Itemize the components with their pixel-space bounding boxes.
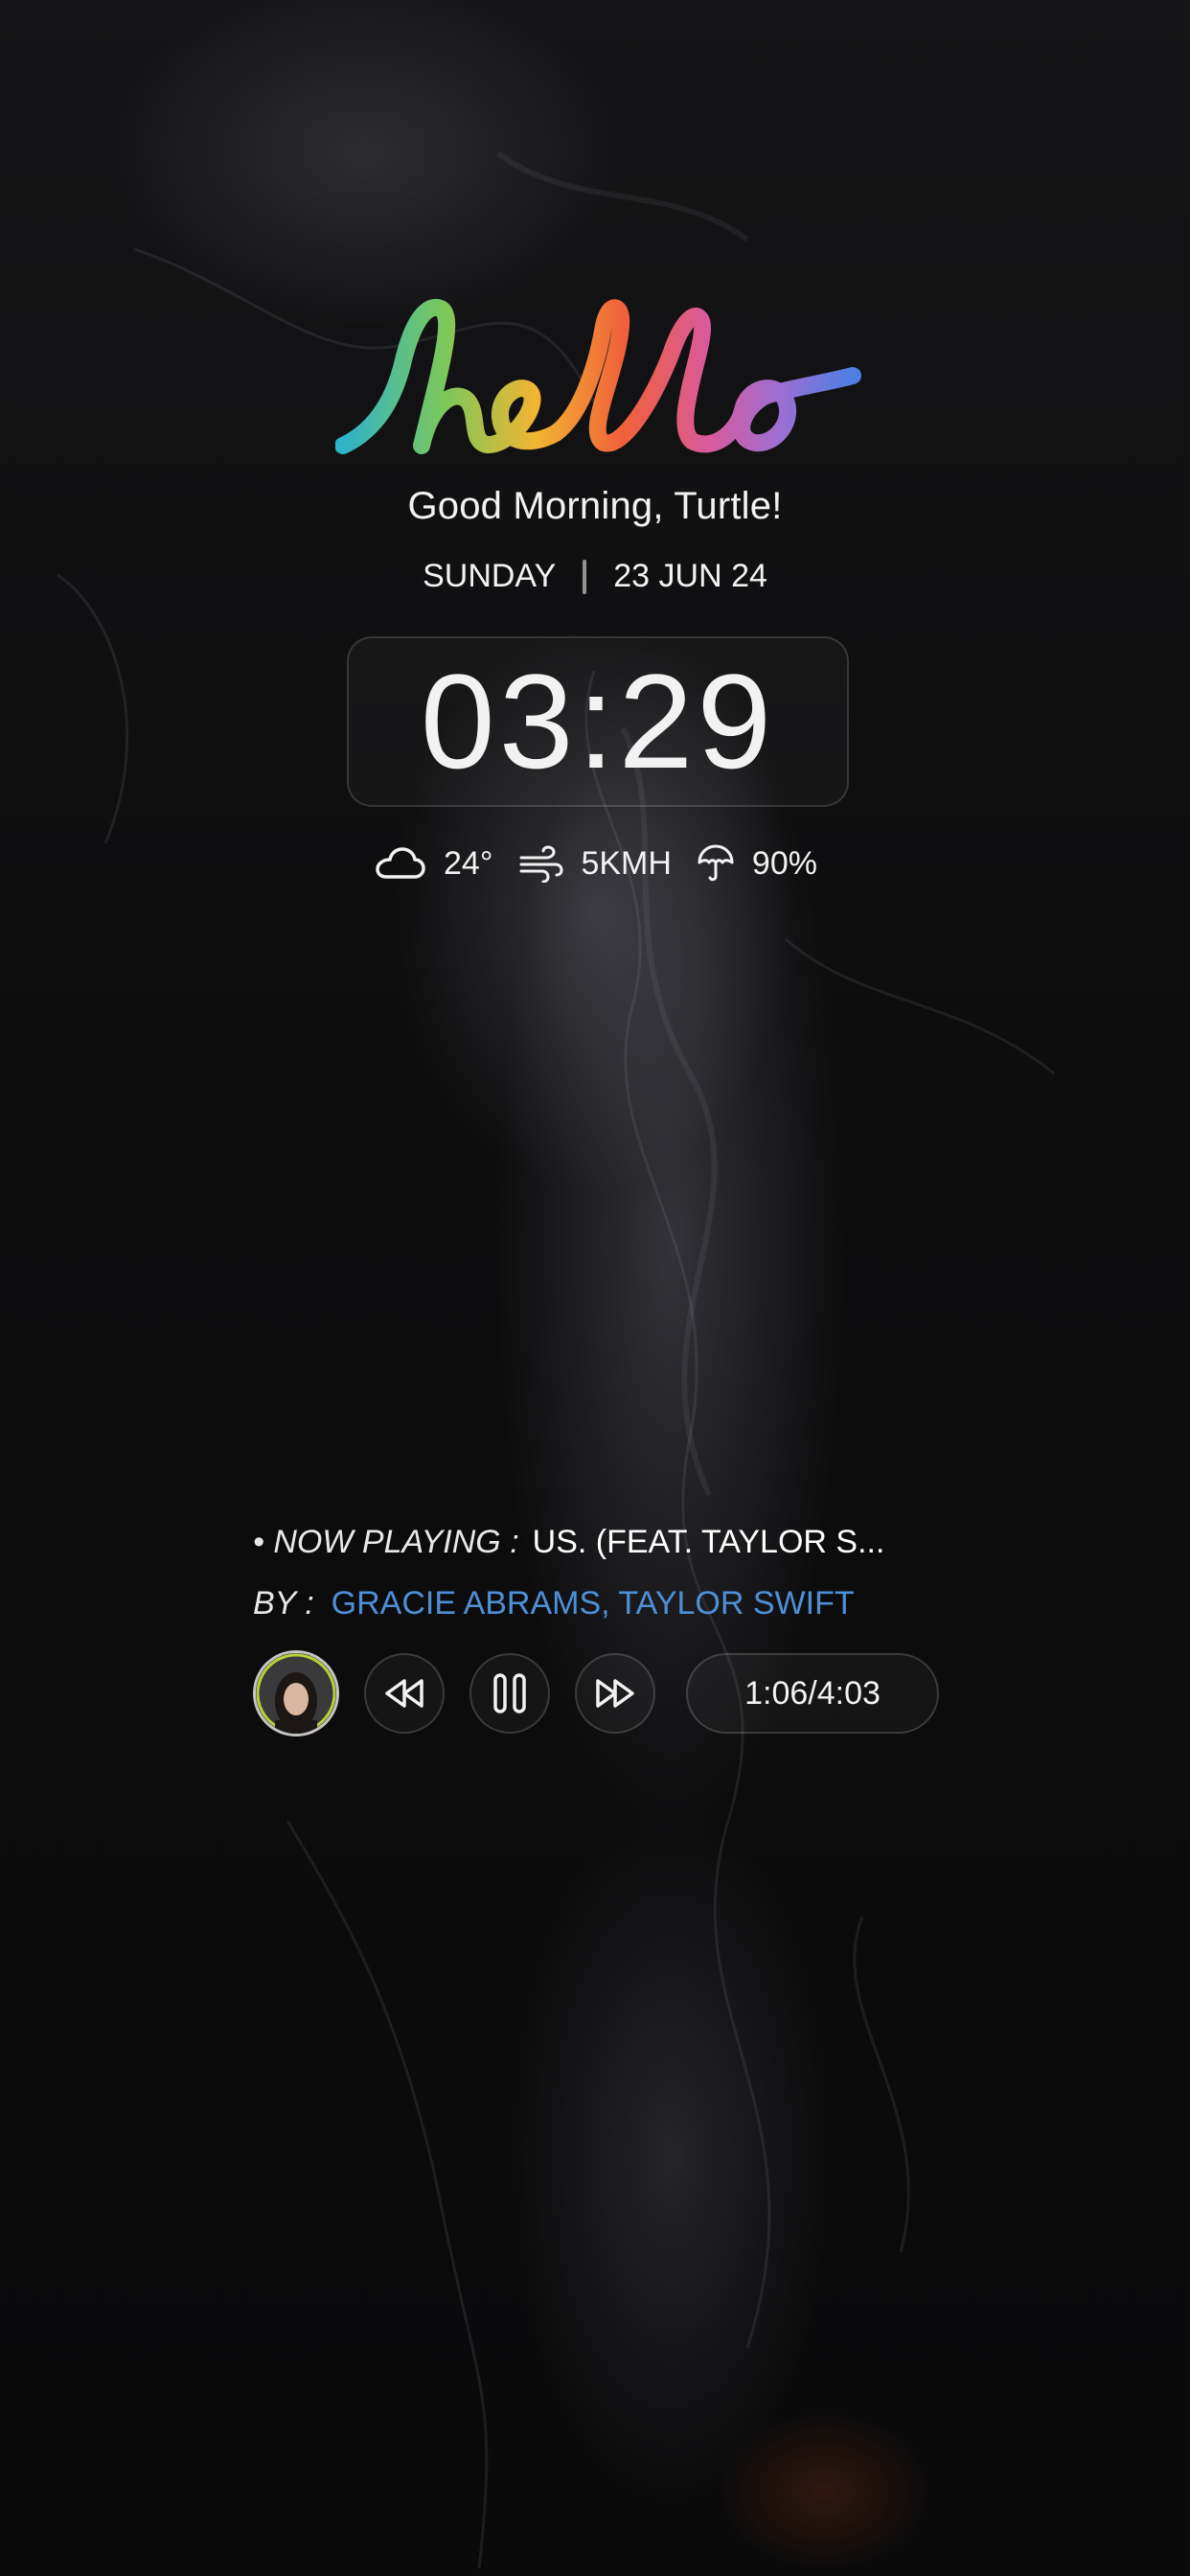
clock-widget: 03:29	[347, 636, 849, 807]
rewind-button[interactable]	[364, 1653, 445, 1734]
pause-icon	[493, 1673, 526, 1714]
artist-line: BY : GRACIE ABRAMS, TAYLOR SWIFT	[253, 1585, 855, 1622]
rewind-icon	[385, 1679, 423, 1708]
rain-chance-value: 90%	[751, 844, 817, 882]
album-art-image	[256, 1653, 336, 1734]
wind-value: 5KMH	[581, 844, 672, 882]
rain-item: 90%	[697, 843, 817, 884]
date-row: SUNDAY 23 JUN 24	[0, 558, 1190, 595]
greeting-text: Good Morning, Turtle!	[407, 485, 783, 527]
album-art[interactable]	[253, 1650, 339, 1736]
date-label: 23 JUN 24	[613, 558, 767, 594]
weather-row: 24° 5KMH 90%	[0, 843, 1190, 884]
by-label: BY :	[253, 1585, 314, 1622]
track-title: US. (FEAT. TAYLOR S...	[532, 1524, 885, 1560]
music-controls: 1:06/4:03	[253, 1648, 939, 1738]
date-divider	[583, 559, 587, 594]
cloud-icon	[376, 847, 425, 879]
fast-forward-icon	[596, 1679, 634, 1708]
pause-button[interactable]	[469, 1653, 550, 1734]
clock-time: 03:29	[420, 646, 776, 796]
playback-progress[interactable]: 1:06/4:03	[686, 1653, 939, 1734]
wind-icon	[519, 845, 563, 883]
temperature-item: 24°	[373, 844, 492, 883]
artist-name: GRACIE ABRAMS, TAYLOR SWIFT	[331, 1585, 855, 1622]
fast-forward-button[interactable]	[575, 1653, 655, 1734]
day-label: SUNDAY	[423, 558, 557, 594]
umbrella-icon	[698, 844, 734, 882]
wind-item: 5KMH	[517, 844, 672, 883]
hello-logo	[335, 299, 861, 454]
now-playing-line: • NOW PLAYING : US. (FEAT. TAYLOR S...	[253, 1524, 884, 1561]
temperature-value: 24°	[444, 844, 493, 882]
now-playing-label: • NOW PLAYING :	[253, 1524, 519, 1560]
progress-text: 1:06/4:03	[744, 1674, 881, 1712]
